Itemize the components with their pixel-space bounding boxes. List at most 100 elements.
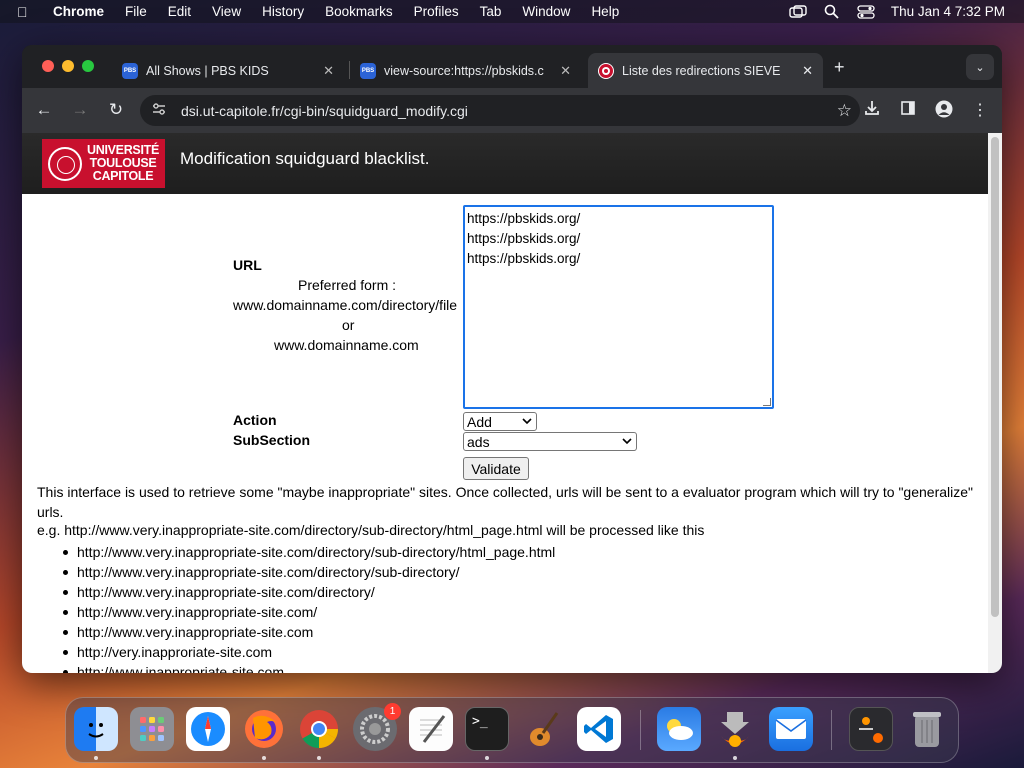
mail-icon[interactable]: [769, 707, 813, 751]
running-indicator: [262, 756, 266, 760]
reload-icon[interactable]: ↻: [106, 100, 126, 120]
bookmark-star-icon[interactable]: ☆: [837, 101, 852, 121]
running-indicator: [733, 756, 737, 760]
more-menu-icon[interactable]: ⋮: [970, 100, 990, 120]
chevron-down-icon: [622, 433, 632, 452]
running-indicator: [317, 756, 321, 760]
minimize-window-button[interactable]: [62, 60, 74, 72]
menu-window[interactable]: Window: [522, 4, 570, 19]
pbs-kids-icon: PBS: [122, 62, 138, 79]
url-textarea[interactable]: https://pbskids.org/ https://pbskids.org…: [463, 205, 774, 409]
search-icon[interactable]: [823, 4, 841, 19]
forward-icon[interactable]: →: [70, 100, 90, 120]
menu-profiles[interactable]: Profiles: [414, 4, 459, 19]
list-item: http://www.inappropriate-site.com: [62, 662, 555, 673]
tab-liste-redirections[interactable]: Liste des redirections SIEVE ✕: [588, 53, 823, 88]
menu-help[interactable]: Help: [591, 4, 619, 19]
chevron-down-icon: [522, 413, 532, 432]
tab-strip: PBS All Shows | PBS KIDS ✕ PBS view-sour…: [22, 45, 1002, 88]
menu-bookmarks[interactable]: Bookmarks: [325, 4, 393, 19]
scrollbar-thumb[interactable]: [991, 137, 999, 617]
browser-window: PBS All Shows | PBS KIDS ✕ PBS view-sour…: [22, 45, 1002, 673]
control-center-icon[interactable]: [857, 4, 875, 19]
example-list: http://www.very.inappropriate-site.com/d…: [62, 542, 556, 673]
screen-mirroring-icon[interactable]: [789, 4, 807, 19]
example-full-text: www.domainname.com/directory/file: [233, 297, 458, 313]
installer-icon[interactable]: [713, 707, 757, 751]
pbs-kids-icon: PBS: [360, 62, 376, 79]
page-scrollbar[interactable]: [988, 133, 1002, 673]
subsection-label: SubSection: [233, 432, 311, 448]
subsection-select[interactable]: ads: [463, 432, 637, 451]
tab-view-source[interactable]: PBS view-source:https://pbskids.c ✕: [350, 53, 581, 88]
menu-view[interactable]: View: [212, 4, 241, 19]
page-header: UNIVERSITÉ TOULOUSE CAPITOLE Modificatio…: [22, 133, 988, 194]
address-url: dsi.ut-capitole.fr/cgi-bin/squidguard_mo…: [181, 102, 468, 119]
vscode-icon[interactable]: [577, 707, 621, 751]
weather-icon[interactable]: [657, 707, 701, 751]
menu-file[interactable]: File: [125, 4, 147, 19]
textarea-line: https://pbskids.org/: [467, 211, 581, 226]
target-icon: [598, 62, 614, 79]
downloads-stack-icon[interactable]: [849, 707, 893, 751]
tab-search-button[interactable]: ⌄: [966, 54, 994, 80]
side-panel-icon[interactable]: [898, 100, 918, 121]
site-info-icon[interactable]: [152, 102, 168, 119]
validate-button[interactable]: Validate: [463, 457, 529, 480]
profile-icon[interactable]: [934, 100, 954, 123]
menu-app-name[interactable]: Chrome: [53, 4, 104, 19]
zoom-window-button[interactable]: [82, 60, 94, 72]
page-title: Modification squidguard blacklist.: [180, 149, 430, 168]
example-intro-text: e.g. http://www.very.inappropriate-site.…: [37, 522, 705, 538]
list-item: http://very.inapproriate-site.com: [62, 642, 555, 662]
system-settings-icon[interactable]: 1: [353, 703, 401, 751]
dock-separator: [831, 710, 832, 750]
close-tab-icon[interactable]: ✕: [802, 63, 813, 79]
download-icon[interactable]: [862, 100, 882, 121]
tab-pbs-kids[interactable]: PBS All Shows | PBS KIDS ✕: [112, 53, 344, 88]
list-item: http://www.very.inappropriate-site.com/d…: [62, 544, 556, 560]
notification-badge: 1: [384, 703, 401, 720]
dock: 1 >_: [65, 697, 959, 763]
firefox-icon[interactable]: [242, 707, 286, 751]
close-tab-icon[interactable]: ✕: [323, 63, 334, 79]
garageband-icon[interactable]: [521, 707, 565, 751]
textedit-icon[interactable]: [409, 707, 453, 751]
list-item: http://www.very.inappropriate-site.com/d…: [62, 582, 555, 602]
window-controls: [42, 60, 94, 72]
clock[interactable]: Thu Jan 4 7:32 PM: [891, 4, 1005, 19]
list-item: http://www.very.inappropriate-site.com/: [62, 602, 555, 622]
description-text: This interface is used to retrieve some …: [37, 484, 973, 520]
menu-bar:  Chrome File Edit View History Bookmark…: [0, 0, 1024, 23]
list-item: http://www.very.inappropriate-site.com: [62, 622, 555, 642]
tab-title: All Shows | PBS KIDS: [146, 63, 269, 78]
action-label: Action: [233, 412, 277, 428]
menu-history[interactable]: History: [262, 4, 304, 19]
menu-edit[interactable]: Edit: [168, 4, 191, 19]
finder-icon[interactable]: [74, 707, 118, 751]
trash-icon[interactable]: [905, 707, 949, 751]
or-text: or: [342, 317, 355, 333]
menu-tab[interactable]: Tab: [480, 4, 502, 19]
close-window-button[interactable]: [42, 60, 54, 72]
university-logo[interactable]: UNIVERSITÉ TOULOUSE CAPITOLE: [42, 139, 165, 188]
launchpad-icon[interactable]: [130, 707, 174, 751]
browser-toolbar: ← → ↻ dsi.ut-capitole.fr/cgi-bin/squidgu…: [22, 88, 1002, 133]
apple-icon[interactable]: : [17, 4, 39, 20]
running-indicator: [485, 756, 489, 760]
action-select-value: Add: [467, 413, 492, 430]
new-tab-button[interactable]: +: [834, 57, 845, 78]
chrome-icon[interactable]: [297, 707, 341, 751]
page-content: UNIVERSITÉ TOULOUSE CAPITOLE Modificatio…: [22, 133, 988, 673]
list-item: http://www.very.inappropriate-site.com/d…: [62, 562, 555, 582]
resize-handle-icon[interactable]: [763, 398, 771, 406]
close-tab-icon[interactable]: ✕: [560, 63, 571, 79]
action-select[interactable]: Add: [463, 412, 537, 431]
address-bar[interactable]: dsi.ut-capitole.fr/cgi-bin/squidguard_mo…: [140, 95, 860, 126]
preferred-form-text: Preferred form :: [298, 277, 397, 293]
back-icon[interactable]: ←: [34, 100, 54, 120]
terminal-icon[interactable]: >_: [465, 707, 509, 751]
safari-icon[interactable]: [186, 707, 230, 751]
textarea-line: https://pbskids.org/: [467, 231, 581, 246]
example-short-text: www.domainname.com: [274, 337, 419, 353]
